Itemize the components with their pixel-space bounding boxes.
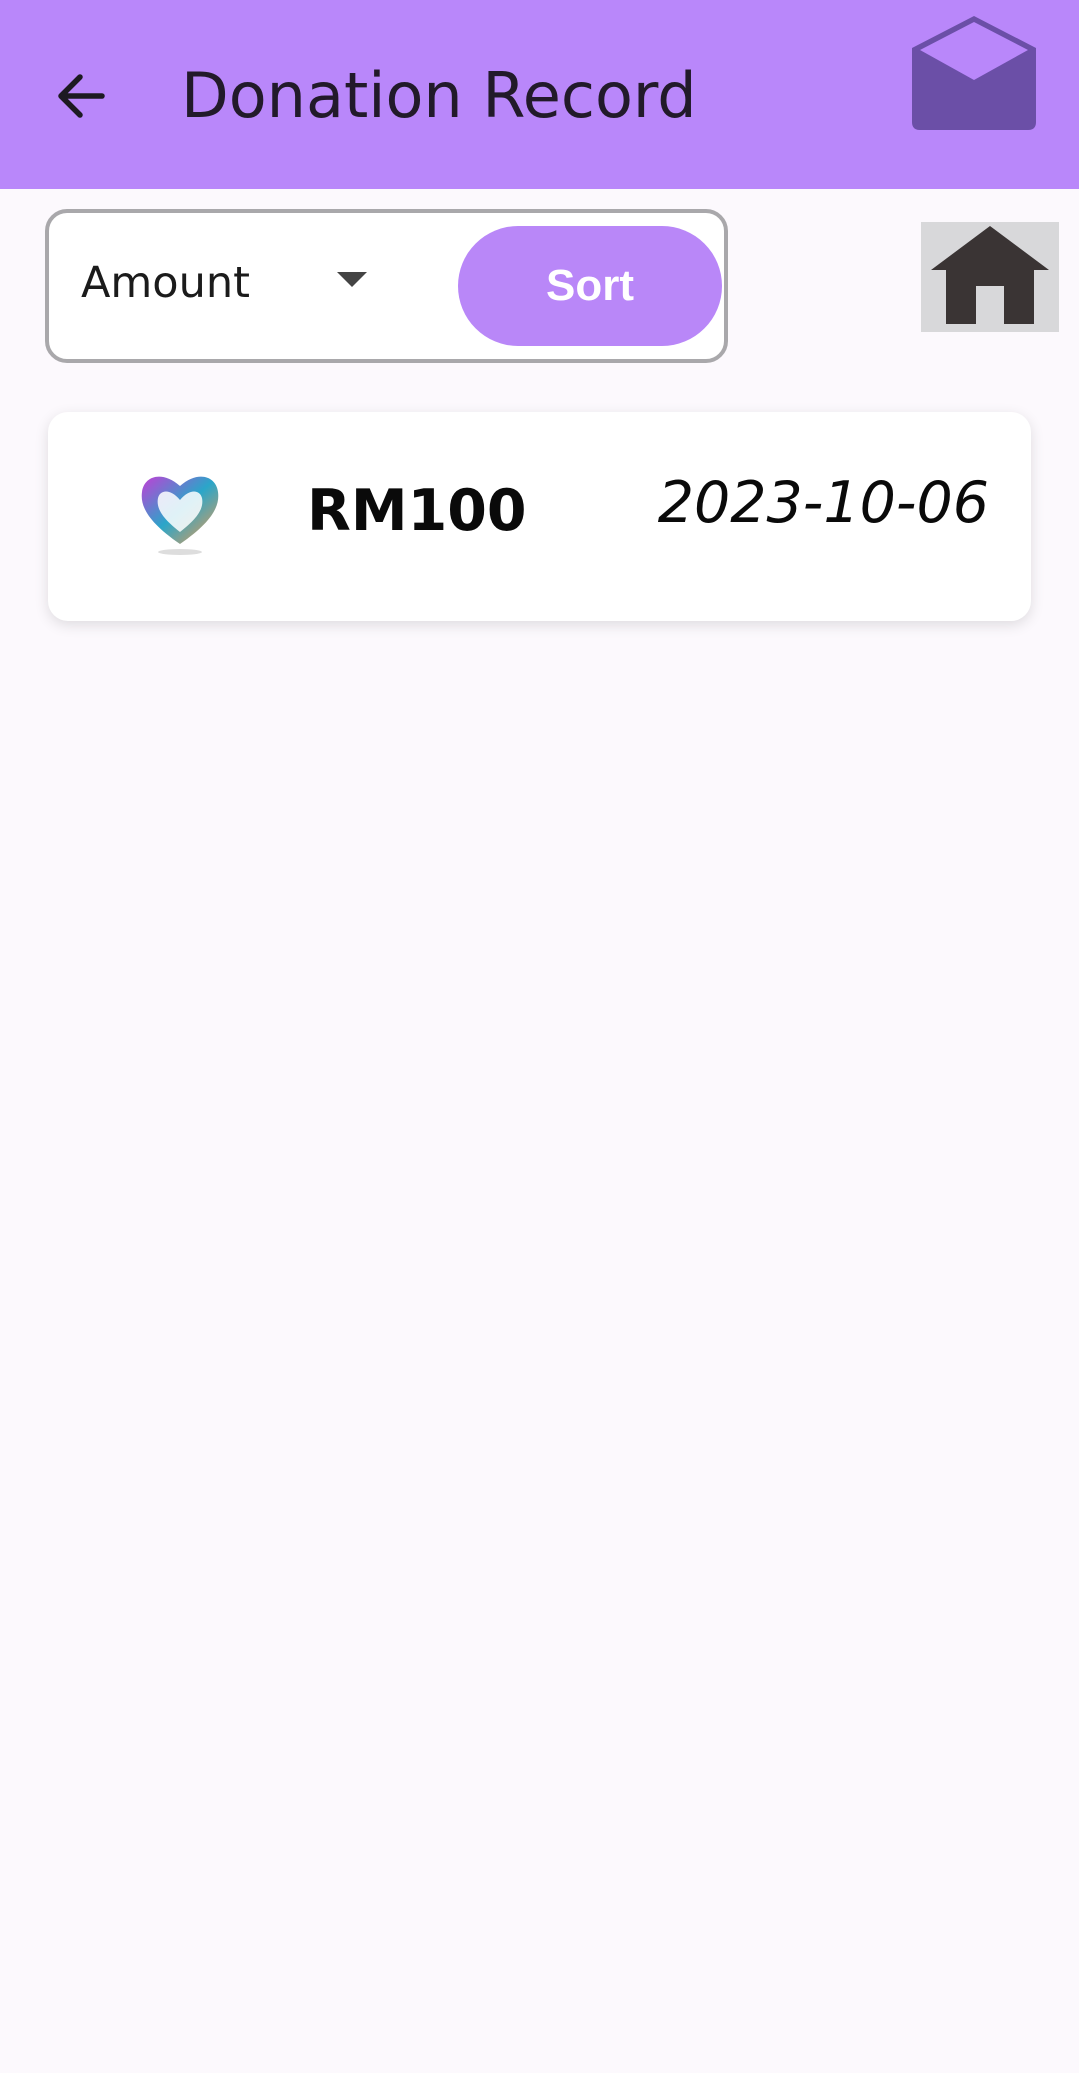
heart-hands-logo bbox=[138, 466, 222, 556]
sort-button[interactable]: Sort bbox=[458, 226, 722, 346]
donation-record-card[interactable]: RM100 2023-10-06 bbox=[48, 412, 1031, 621]
donation-date: 2023-10-06 bbox=[657, 470, 989, 536]
arrow-left-icon bbox=[58, 74, 105, 118]
dropdown-caret-icon[interactable] bbox=[337, 272, 367, 287]
back-button[interactable] bbox=[52, 66, 112, 126]
home-button[interactable] bbox=[921, 222, 1059, 332]
mail-button[interactable] bbox=[906, 14, 1042, 132]
sort-field-value: Amount bbox=[81, 258, 250, 308]
page-title: Donation Record bbox=[181, 59, 697, 132]
app-bar: Donation Record bbox=[0, 0, 1079, 189]
sort-field-dropdown[interactable]: Amount bbox=[81, 253, 331, 313]
home-icon bbox=[931, 226, 1049, 324]
open-envelope-icon bbox=[912, 16, 1036, 130]
donation-amount: RM100 bbox=[307, 478, 527, 544]
sort-controls: Amount Sort bbox=[45, 209, 728, 363]
